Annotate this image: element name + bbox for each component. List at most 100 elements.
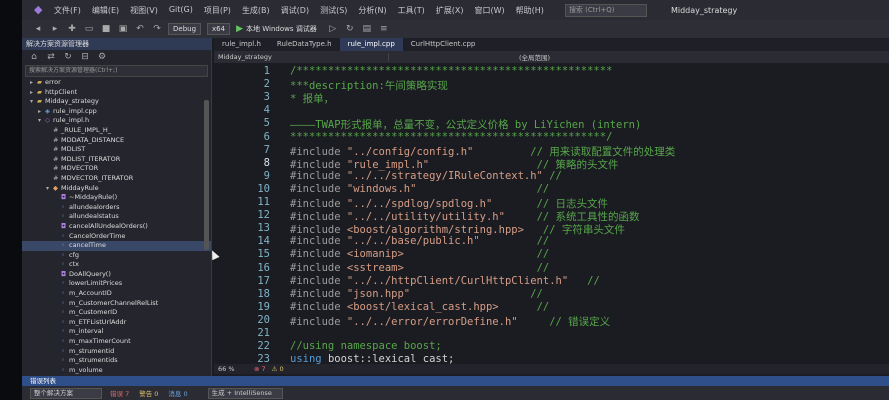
tree-item[interactable]: ▾ ◆ MiddayRule [22, 184, 211, 194]
menu-item[interactable]: 分析(N) [358, 5, 386, 16]
redo-icon[interactable]: ↷ [151, 23, 163, 35]
comment-icon[interactable]: ≡ [378, 23, 390, 35]
tree-item[interactable]: ◦ m_CustomerChannelRelList [22, 299, 211, 309]
tree-item[interactable]: ◦ lowerLimitPrices [22, 279, 211, 289]
menu-item[interactable]: 窗口(W) [475, 5, 505, 16]
menu-item[interactable]: 工具(T) [398, 5, 425, 16]
run-debugger-button[interactable]: 本地 Windows 调试器 [246, 24, 317, 34]
refresh-icon[interactable]: ↻ [62, 51, 74, 63]
chevron-down-icon[interactable]: ▾ [30, 97, 37, 107]
errors-filter-button[interactable]: 错误 7 [110, 388, 129, 398]
tree-item[interactable]: ◦ cancelTime [22, 241, 211, 251]
tree-item[interactable]: # MDLIST [22, 145, 211, 155]
editor-tab[interactable]: rule_impl.h [214, 38, 269, 51]
menu-item[interactable]: 测试(S) [320, 5, 347, 16]
settings-icon[interactable]: ⚙ [96, 51, 108, 63]
tree-item[interactable]: ◦ m_AccountID [22, 289, 211, 299]
new-file-icon[interactable]: ✚ [66, 23, 78, 35]
chevron-down-icon[interactable]: ▾ [46, 184, 53, 194]
code-line[interactable]: * 报单， [290, 91, 334, 106]
error-count[interactable]: ⊗ 7 [254, 365, 266, 373]
tree-item[interactable]: ◦ m_maxTimerCount [22, 337, 211, 347]
undo-icon[interactable]: ↶ [134, 23, 146, 35]
collapse-icon[interactable]: ⊟ [79, 51, 91, 63]
tree-item[interactable]: ◦ m_volume [22, 366, 211, 376]
code-line[interactable]: #include "../../httpClient/CurlHttpClien… [290, 275, 600, 287]
chevron-right-icon[interactable]: ▸ [30, 78, 37, 88]
scope-dropdown[interactable]: (全局范围) [519, 52, 550, 62]
code-line[interactable]: ****************************************… [290, 131, 612, 143]
tree-item[interactable]: ▸ ◈ rule_impl.cpp [22, 107, 211, 117]
sync-icon[interactable]: ⇄ [45, 51, 57, 63]
tree-item[interactable]: ◦ m_strumentid [22, 347, 211, 357]
editor-tab[interactable]: rule_impl.cpp [339, 38, 403, 51]
tree-item[interactable]: ◦ cfg [22, 251, 211, 261]
tree-item[interactable]: ▸ ▰ httpClient [22, 88, 211, 98]
code-line[interactable]: #include "../../error/errorDefine.h" // … [290, 314, 610, 329]
warnings-filter-button[interactable]: 警告 0 [139, 388, 158, 398]
hot-reload-icon[interactable]: ↻ [344, 23, 356, 35]
menu-item[interactable]: 生成(B) [242, 5, 270, 16]
chevron-right-icon[interactable]: ▸ [30, 88, 37, 98]
bookmark-icon[interactable]: ▤ [361, 23, 373, 35]
tree-item[interactable]: ◦ allundealorders [22, 203, 211, 213]
menu-item[interactable]: Git(G) [169, 5, 193, 16]
tree-item[interactable]: ◦ ctx [22, 260, 211, 270]
code-line[interactable]: #include "../../base/public.h" // [290, 235, 549, 247]
code-editor[interactable]: 1 2 3 4 5 6 7 8 9 10 11 12 13 14 15 16 17 18 19 20 21 22 23 /*… [214, 63, 889, 369]
menu-item[interactable]: 帮助(H) [516, 5, 544, 16]
tree-item[interactable]: ◦ CancelOrderTime [22, 232, 211, 242]
tree-item[interactable]: ◦ m_ETFListUrlAddr [22, 318, 211, 328]
error-scope-select[interactable]: 整个解决方案 [30, 387, 102, 399]
tree-item[interactable]: # MDVECTOR_ITERATOR [22, 174, 211, 184]
platform-select[interactable]: x64 [207, 23, 231, 35]
tree-item[interactable]: ▸ ▰ error [22, 78, 211, 88]
tree-item[interactable]: ◘ ~MiddayRule() [22, 193, 211, 203]
configuration-select[interactable]: Debug [168, 23, 202, 35]
tree-item[interactable]: # MDDATA_DISTANCE [22, 136, 211, 146]
code-line[interactable]: /***************************************… [290, 65, 612, 77]
attach-icon[interactable]: ▷ [327, 23, 339, 35]
menu-item[interactable]: 文件(F) [54, 5, 81, 16]
tree-item[interactable]: ◦ m_strumentids [22, 356, 211, 366]
tree-item[interactable]: ◘ DoAllQuery() [22, 270, 211, 280]
tree-item[interactable]: ▾ ▰ Midday_strategy [22, 97, 211, 107]
tree-item[interactable]: ◘ cancelAllUndealOrders() [22, 222, 211, 232]
editor-tab[interactable]: CurlHttpClient.cpp [403, 38, 484, 51]
warning-count[interactable]: ⚠ 0 [272, 365, 284, 373]
menu-item[interactable]: 视图(V) [130, 5, 158, 16]
project-dropdown[interactable]: Midday_strategy [214, 53, 389, 61]
save-icon[interactable]: ■ [100, 23, 112, 35]
code-line[interactable]: #include "windows.h" // [290, 183, 549, 195]
solution-search-input[interactable]: 搜索解决方案资源管理器(Ctrl+;) [25, 65, 208, 77]
messages-filter-button[interactable]: 消息 0 [168, 388, 187, 398]
tree-item[interactable]: # MDLIST_ITERATOR [22, 155, 211, 165]
menu-item[interactable]: 编辑(E) [92, 5, 119, 16]
search-input[interactable]: 搜索 (Ctrl+Q) [564, 3, 647, 17]
open-folder-icon[interactable]: ▭ [83, 23, 95, 35]
home-icon[interactable]: ⌂ [28, 51, 40, 63]
menu-item[interactable]: 扩展(X) [436, 5, 464, 16]
code-line[interactable]: #include "json.hpp" // [290, 288, 543, 300]
menu-item[interactable]: 调试(D) [281, 5, 309, 16]
tree-item[interactable]: ◦ m_interval [22, 327, 211, 337]
menu-item[interactable]: 项目(P) [204, 5, 231, 16]
zoom-level[interactable]: 66 % [214, 365, 254, 373]
tree-item[interactable]: ◦ allundealstatus [22, 212, 211, 222]
code-line[interactable]: #include <boost/lexical_cast.hpp> // [290, 301, 549, 313]
tree-item[interactable]: ◦ m_CustomerID [22, 308, 211, 318]
code-line[interactable]: #include <iomanip> // [290, 248, 549, 260]
save-all-icon[interactable]: ▣ [117, 23, 129, 35]
code-line[interactable]: #include "../../strategy/IRuleContext.h"… [290, 170, 562, 182]
back-icon[interactable]: ◂ [32, 23, 44, 35]
code-line[interactable]: //using namespace boost; [290, 340, 442, 352]
tree-item[interactable]: # _RULE_IMPL_H_ [22, 126, 211, 136]
chevron-down-icon[interactable]: ▾ [38, 116, 45, 126]
tree-item[interactable]: # MDVECTOR [22, 164, 211, 174]
code-line[interactable]: #include <sstream> // [290, 262, 549, 274]
chevron-right-icon[interactable]: ▸ [38, 107, 45, 117]
build-filter-select[interactable]: 生成 + IntelliSense [207, 387, 283, 399]
play-icon[interactable]: ▶ [236, 24, 243, 34]
forward-icon[interactable]: ▸ [49, 23, 61, 35]
editor-tab[interactable]: RuleDataType.h [269, 38, 340, 51]
